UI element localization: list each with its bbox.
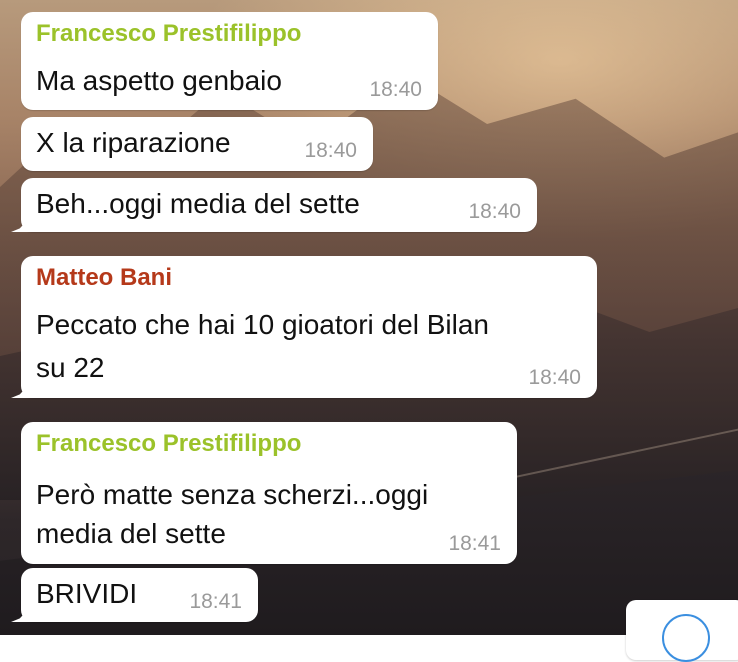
message-bubble[interactable]: Beh...oggi media del sette 18:40 bbox=[21, 178, 537, 232]
message-time: 18:41 bbox=[189, 590, 242, 613]
message-text: X la riparazione bbox=[36, 127, 231, 158]
message-text-line: Però matte senza scherzi...oggi bbox=[36, 479, 429, 510]
scroll-to-bottom-button[interactable] bbox=[626, 600, 738, 662]
message-bubble[interactable]: Francesco Prestifilippo Però matte senza… bbox=[21, 422, 517, 564]
message-text-line: Peccato che hai 10 gioatori del Bilan bbox=[36, 309, 489, 340]
message-bubble[interactable]: X la riparazione 18:40 bbox=[21, 117, 373, 171]
message-time: 18:40 bbox=[304, 139, 357, 162]
chevron-down-icon bbox=[662, 614, 710, 662]
message-bubble[interactable]: BRIVIDI 18:41 bbox=[21, 568, 258, 622]
message-time: 18:40 bbox=[528, 366, 581, 389]
message-sender[interactable]: Francesco Prestifilippo bbox=[36, 430, 301, 458]
message-time: 18:40 bbox=[369, 78, 422, 101]
message-text: Ma aspetto genbaio bbox=[36, 65, 282, 96]
message-time: 18:40 bbox=[468, 200, 521, 223]
message-bubble[interactable]: Francesco Prestifilippo Ma aspetto genba… bbox=[21, 12, 438, 110]
message-text: Beh...oggi media del sette bbox=[36, 188, 360, 219]
message-bubble[interactable]: Matteo Bani Peccato che hai 10 gioatori … bbox=[21, 256, 597, 398]
message-text-line: media del sette bbox=[36, 518, 226, 549]
message-sender[interactable]: Francesco Prestifilippo bbox=[36, 20, 301, 48]
message-time: 18:41 bbox=[448, 532, 501, 555]
message-text-line: su 22 bbox=[36, 352, 105, 383]
message-sender[interactable]: Matteo Bani bbox=[36, 264, 172, 292]
message-text: BRIVIDI bbox=[36, 578, 138, 609]
